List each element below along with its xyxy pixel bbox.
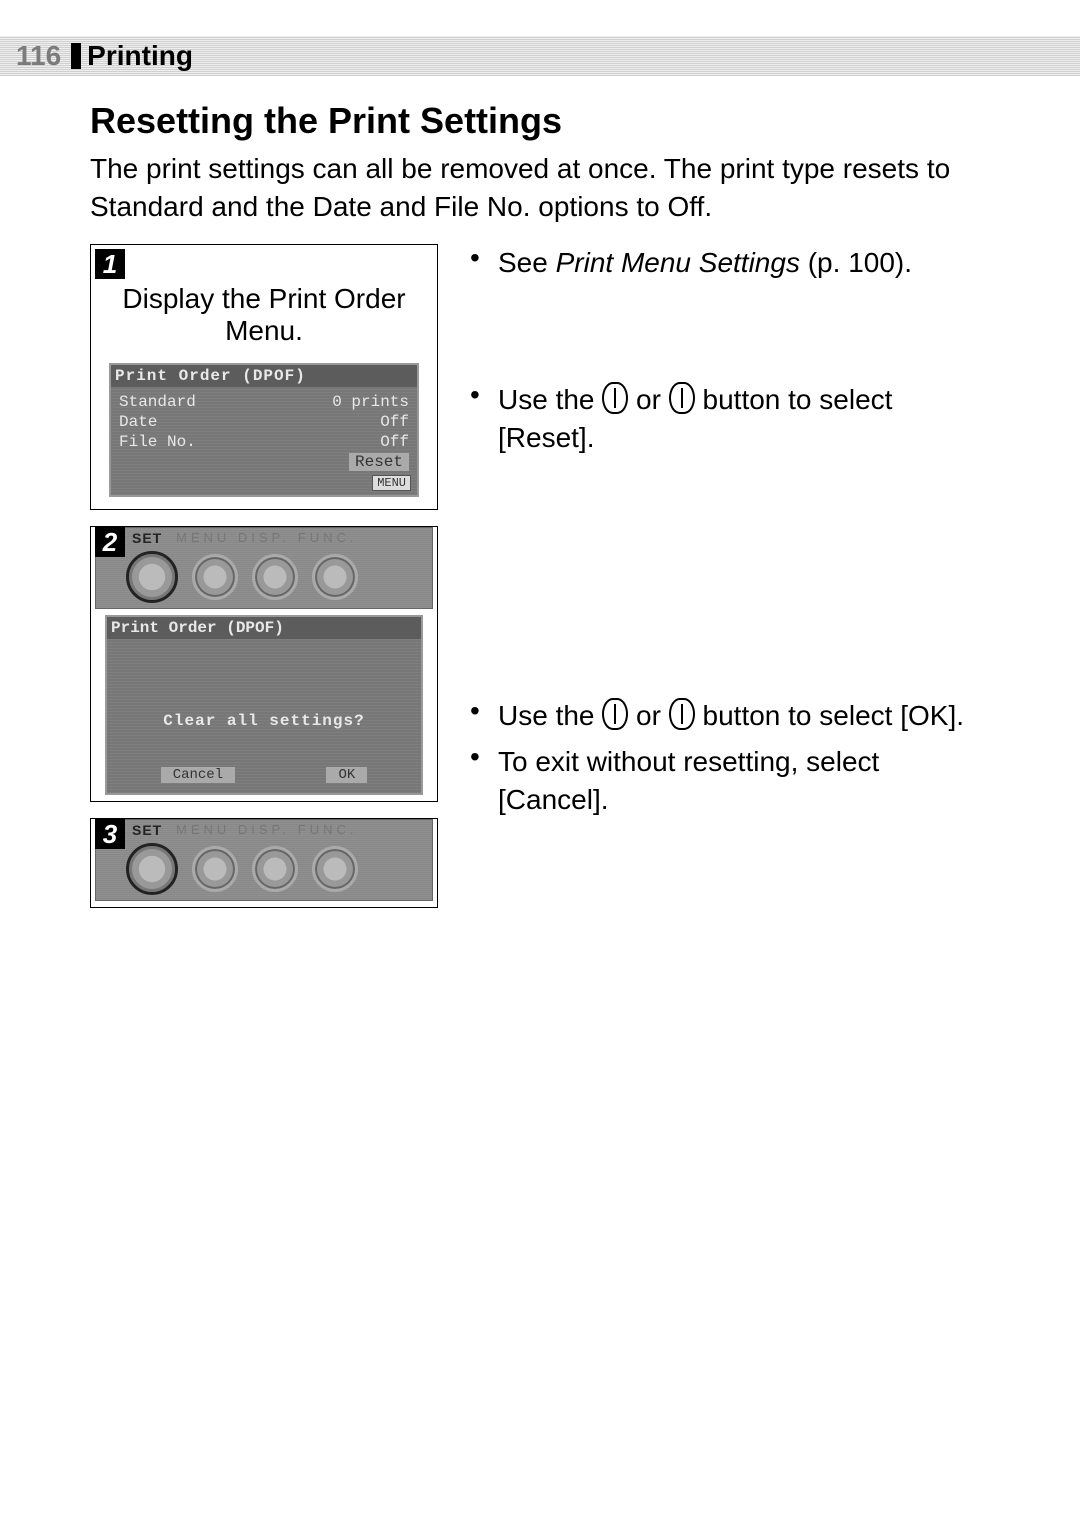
r2-b: or: [628, 384, 668, 415]
r1-prefix: See: [498, 247, 556, 278]
r1-suffix: (p. 100).: [800, 247, 912, 278]
instruction-select-ok: Use the or button to select [OK].: [470, 697, 990, 735]
disp-dial-icon: [252, 554, 298, 600]
lcd1-row-date-val: Off: [380, 413, 409, 431]
r3-a: Use the: [498, 700, 602, 731]
instruction-see-print-menu: See Print Menu Settings (p. 100).: [470, 244, 990, 282]
set-dial-icon: [126, 551, 178, 603]
lcd1-reset-highlight: Reset: [349, 453, 409, 471]
lcd1-row-date-key: Date: [119, 413, 157, 431]
instructions-column: See Print Menu Settings (p. 100). Use th…: [470, 244, 990, 827]
page-header: 116 Printing: [0, 36, 1080, 76]
lcd2-ok: OK: [326, 767, 367, 783]
step-3-strip-sub: MENU DISP. FUNC.: [176, 822, 358, 837]
lcd1-menu-tag: MENU: [372, 475, 411, 491]
section-intro: The print settings can all be removed at…: [90, 150, 990, 226]
set-dial-icon: [126, 843, 178, 895]
r3-b: or: [628, 700, 668, 731]
lcd2-title: Print Order (DPOF): [107, 617, 421, 639]
lcd2-cancel: Cancel: [161, 767, 235, 783]
step-1-number: 1: [95, 249, 125, 279]
step-1-caption: Display the Print Order Menu.: [95, 249, 433, 359]
lcd1-row-date: Date Off: [119, 413, 409, 431]
step-1-lcd: Print Order (DPOF) Standard 0 prints Dat…: [109, 363, 419, 497]
lcd2-message: Clear all settings?: [115, 712, 413, 730]
lcd1-row-reset: Reset: [119, 453, 409, 471]
lcd1-row-fileno-val: Off: [380, 433, 409, 451]
lcd1-row-fileno: File No. Off: [119, 433, 409, 451]
menu-dial-icon: [192, 846, 238, 892]
step-2-number: 2: [95, 527, 125, 557]
left-button-icon: [602, 698, 628, 730]
step-2-lcd: Print Order (DPOF) Clear all settings? C…: [105, 615, 423, 795]
step-3-number: 3: [95, 819, 125, 849]
section-heading: Resetting the Print Settings: [90, 100, 990, 142]
page-number: 116: [16, 40, 61, 72]
step-2-box: 2 SET MENU DISP. FUNC. Print Order (DPOF…: [90, 526, 438, 802]
menu-dial-icon: [192, 554, 238, 600]
lcd1-row-standard: Standard 0 prints: [119, 393, 409, 411]
right-button-icon: [669, 698, 695, 730]
lcd1-row-fileno-key: File No.: [119, 433, 196, 451]
chapter-title: Printing: [87, 40, 193, 72]
instruction-select-reset: Use the or button to select [Reset].: [470, 381, 990, 457]
func-dial-icon: [312, 554, 358, 600]
lcd1-row-standard-key: Standard: [119, 393, 196, 411]
instruction-cancel: To exit without resetting, select [Cance…: [470, 743, 990, 819]
right-button-icon: [669, 382, 695, 414]
r2-a: Use the: [498, 384, 602, 415]
step-2-set-label: SET: [132, 530, 162, 546]
r1-ital: Print Menu Settings: [556, 247, 800, 278]
steps-column: 1 Display the Print Order Menu. Print Or…: [90, 244, 438, 924]
left-button-icon: [602, 382, 628, 414]
step-2-camera-strip: 2 SET MENU DISP. FUNC.: [95, 527, 433, 609]
disp-dial-icon: [252, 846, 298, 892]
lcd1-title: Print Order (DPOF): [111, 365, 417, 387]
step-3-set-label: SET: [132, 822, 162, 838]
step-3-camera-strip: 3 SET MENU DISP. FUNC.: [95, 819, 433, 901]
step-2-strip-sub: MENU DISP. FUNC.: [176, 530, 358, 545]
header-divider-icon: [71, 43, 81, 69]
step-1-box: 1 Display the Print Order Menu. Print Or…: [90, 244, 438, 510]
func-dial-icon: [312, 846, 358, 892]
r3-c: button to select [OK].: [695, 700, 964, 731]
lcd1-row-standard-val: 0 prints: [332, 393, 409, 411]
step-3-box: 3 SET MENU DISP. FUNC.: [90, 818, 438, 908]
